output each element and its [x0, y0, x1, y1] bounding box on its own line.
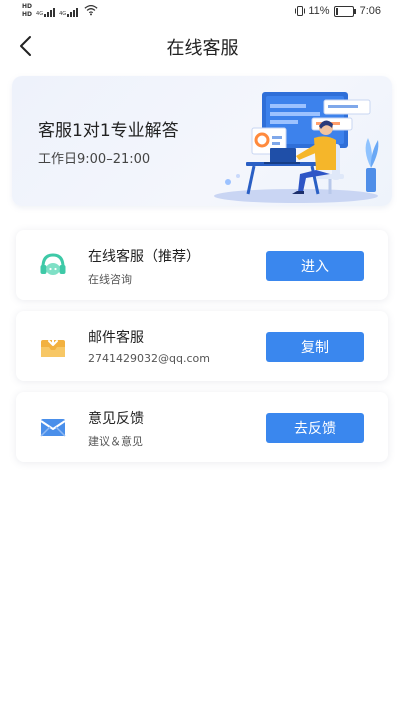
signal-icon-1: 4G [36, 3, 56, 17]
service-card-online: 在线客服（推荐） 在线咨询 进入 [16, 230, 388, 300]
sim-badges: HD HD [22, 3, 32, 19]
battery-level [335, 7, 338, 15]
service-title: 意见反馈 [88, 411, 144, 427]
sim2-badge: HD [22, 11, 33, 18]
signal-icon-2: 4G [59, 3, 79, 17]
status-bar: HD HD 4G 4G 11% 7:06 [0, 0, 405, 24]
service-subtitle: 建议＆意见 [88, 435, 143, 448]
network-type-2: 4G [59, 11, 67, 17]
service-subtitle: 在线咨询 [88, 273, 132, 286]
nav-bar: 在线客服 [0, 26, 405, 66]
support-banner: 客服1对1专业解答 工作日9:00–21:00 [12, 76, 392, 206]
mail-inbox-icon [41, 333, 65, 357]
envelope-icon [40, 419, 66, 437]
copy-email-button[interactable]: 复制 [266, 332, 364, 362]
battery-icon [333, 5, 356, 17]
wifi-icon [84, 5, 98, 16]
status-left: HD HD 4G 4G [22, 3, 98, 19]
page-title: 在线客服 [166, 38, 239, 59]
enter-chat-button[interactable]: 进入 [266, 251, 364, 281]
status-right: 11% 7:06 [294, 5, 381, 17]
headset-icon [40, 253, 66, 275]
banner-hours: 工作日9:00–21:00 [38, 152, 151, 167]
network-type-1: 4G [36, 11, 44, 17]
clock-time: 7:06 [359, 5, 381, 17]
service-email: 2741429032@qq.com [88, 352, 210, 365]
screen: HD HD 4G 4G 11% 7:06 在线客服 客服1对1专业解答 工作日9… [0, 0, 405, 706]
service-title: 在线客服（推荐） [88, 249, 200, 265]
sim1-badge: HD [22, 3, 33, 10]
vibrate-icon [295, 6, 306, 16]
support-agent-illustration [214, 92, 379, 203]
service-card-email: 邮件客服 2741429032@qq.com 复制 [16, 311, 388, 381]
give-feedback-button[interactable]: 去反馈 [266, 413, 364, 443]
service-card-feedback: 意见反馈 建议＆意见 去反馈 [16, 392, 388, 462]
battery-percent: 11% [308, 5, 330, 17]
service-title: 邮件客服 [88, 330, 144, 346]
banner-title: 客服1对1专业解答 [38, 121, 179, 141]
